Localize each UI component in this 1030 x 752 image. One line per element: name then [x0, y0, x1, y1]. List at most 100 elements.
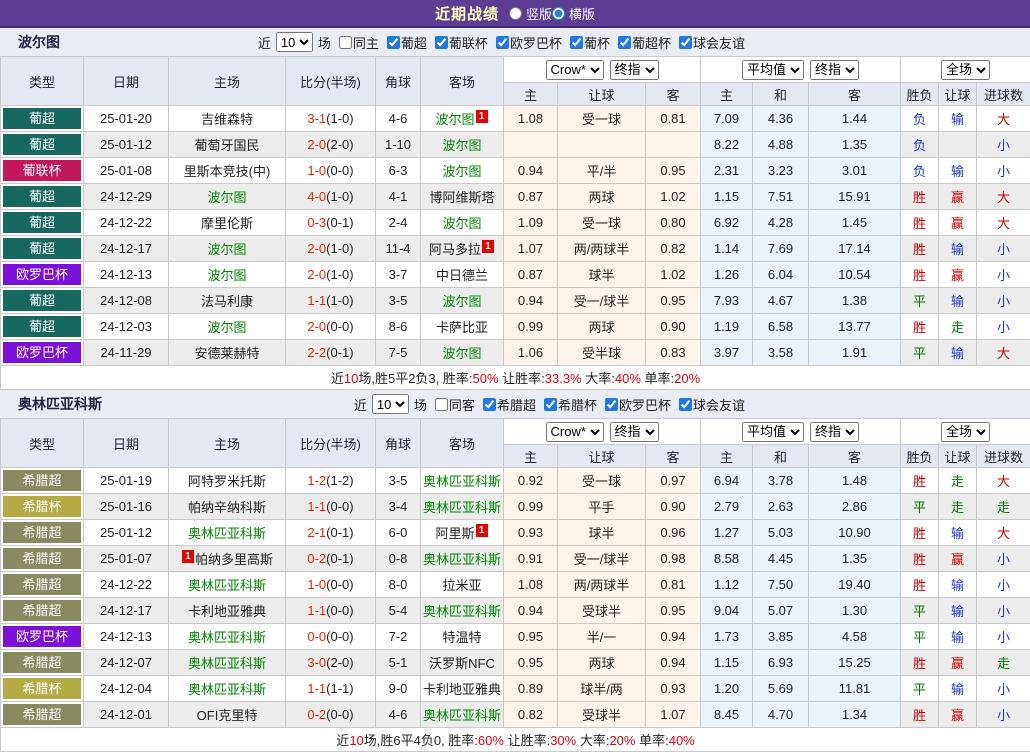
odds-away: 0.97: [646, 468, 701, 494]
summary-text: 单率:: [641, 371, 674, 386]
odds-away: 1.07: [646, 702, 701, 728]
result-cell: 胜: [901, 184, 939, 210]
odds-source-group-select-1[interactable]: 终指: [610, 60, 659, 80]
league-badge: 希腊超: [3, 652, 81, 673]
filter-same-venue[interactable]: 同客: [429, 395, 475, 414]
filter-league-4[interactable]: 葡超杯: [612, 33, 671, 52]
col-header-3: 比分(半场): [286, 57, 376, 106]
league-checkbox-2[interactable]: [605, 398, 618, 411]
league-checkbox-label: 欧罗巴杯: [619, 395, 671, 414]
average-group-select-1[interactable]: 终指: [810, 422, 859, 442]
score-cell: 1-1(1-0): [286, 288, 376, 314]
away-team-cell: 中日德兰: [421, 262, 504, 288]
odds-away: 0.95: [646, 288, 701, 314]
away-team-cell: 拉米亚: [421, 572, 504, 598]
col-header-2: 主场: [169, 419, 286, 468]
avg-home: 1.12: [701, 572, 753, 598]
same-venue-checkbox[interactable]: [435, 398, 448, 411]
corners-cell: 7-2: [376, 624, 421, 650]
league-badge: 葡联杯: [3, 160, 81, 181]
odds-home: 1.09: [504, 210, 558, 236]
layout-radio-1[interactable]: [552, 7, 565, 20]
scope-group-select-0[interactable]: 全场: [941, 422, 990, 442]
half-time-score: (1-0): [326, 241, 353, 256]
match-row: 葡超25-01-20吉维森特3-1(1-0)4-6波尔图11.08受一球0.81…: [1, 106, 1030, 132]
result-cell: 平: [901, 624, 939, 650]
home-team-cell: 波尔图: [169, 236, 286, 262]
league-checkbox-4[interactable]: [618, 36, 631, 49]
avg-away: 3.01: [809, 158, 901, 184]
handicap-result-cell: 走: [939, 494, 977, 520]
average-group-select-0[interactable]: 平均值: [742, 60, 804, 80]
home-team-cell: 帕纳辛纳科斯: [169, 494, 286, 520]
home-team-name: 奥林匹亚科斯: [188, 656, 266, 671]
avg-home: 1.19: [701, 314, 753, 340]
filter-league-0[interactable]: 希腊超: [477, 395, 536, 414]
half-time-score: (0-0): [326, 603, 353, 618]
average-group-select-1[interactable]: 终指: [810, 60, 859, 80]
avg-away: 15.91: [809, 184, 901, 210]
corners-cell: 1-10: [376, 132, 421, 158]
league-checkbox-3[interactable]: [570, 36, 583, 49]
summary-stat-value: 10: [344, 371, 358, 386]
layout-option-1[interactable]: 横版: [552, 4, 595, 23]
avg-draw: 4.70: [753, 702, 809, 728]
red-card-badge: 1: [482, 240, 494, 253]
away-team-name: 沃罗斯NFC: [429, 656, 495, 671]
layout-option-0[interactable]: 竖版: [509, 4, 552, 23]
corners-cell: 8-6: [376, 314, 421, 340]
league-cell: 欧罗巴杯: [1, 262, 84, 288]
avg-home: 6.92: [701, 210, 753, 236]
handicap-result-cell: 输: [939, 676, 977, 702]
avg-draw: 5.69: [753, 676, 809, 702]
league-badge: 葡超: [3, 134, 81, 155]
home-team-cell: OFI克里特: [169, 702, 286, 728]
match-count-select[interactable]: 10: [372, 394, 409, 414]
odds-handicap: 受一球: [558, 210, 646, 236]
goals-result-cell: 小: [977, 676, 1030, 702]
odds-handicap: 受球半: [558, 598, 646, 624]
filter-league-3[interactable]: 球会友谊: [673, 395, 745, 414]
league-checkbox-label: 欧罗巴杯: [510, 33, 562, 52]
filter-same-venue[interactable]: 同主: [333, 33, 379, 52]
match-count-select[interactable]: 10: [276, 32, 313, 52]
filter-league-2[interactable]: 欧罗巴杯: [599, 395, 671, 414]
average-group-select-0[interactable]: 平均值: [742, 422, 804, 442]
filter-league-2[interactable]: 欧罗巴杯: [490, 33, 562, 52]
filter-league-3[interactable]: 葡杯: [564, 33, 610, 52]
handicap-result-cell: 输: [939, 288, 977, 314]
handicap-result-cell: [939, 132, 977, 158]
league-checkbox-2[interactable]: [496, 36, 509, 49]
league-cell: 葡超: [1, 210, 84, 236]
sub-col-header-8: 进球数: [977, 445, 1030, 468]
red-card-badge: 1: [476, 110, 488, 123]
league-checkbox-5[interactable]: [679, 36, 692, 49]
layout-radio-0[interactable]: [509, 7, 522, 20]
filter-league-0[interactable]: 葡超: [381, 33, 427, 52]
odds-source-group-select-1[interactable]: 终指: [610, 422, 659, 442]
handicap-result-cell: 走: [939, 468, 977, 494]
filter-league-5[interactable]: 球会友谊: [673, 33, 745, 52]
goals-result-cell: 小: [977, 158, 1030, 184]
league-checkbox-0[interactable]: [483, 398, 496, 411]
league-checkbox-label: 球会友谊: [693, 395, 745, 414]
odds-handicap: 两/两球半: [558, 572, 646, 598]
home-team-name: 奥林匹亚科斯: [188, 682, 266, 697]
league-checkbox-1[interactable]: [544, 398, 557, 411]
away-team-name: 奥林匹亚科斯: [423, 474, 501, 489]
avg-away: 1.44: [809, 106, 901, 132]
league-checkbox-3[interactable]: [679, 398, 692, 411]
filter-league-1[interactable]: 葡联杯: [429, 33, 488, 52]
odds-source-group-select-0[interactable]: Crow*: [546, 60, 604, 80]
avg-draw: 4.28: [753, 210, 809, 236]
sub-col-header-8: 进球数: [977, 83, 1030, 106]
odds-source-group-select-0[interactable]: Crow*: [546, 422, 604, 442]
odds-home: 0.89: [504, 676, 558, 702]
avg-draw: 7.50: [753, 572, 809, 598]
league-cell: 葡超: [1, 106, 84, 132]
scope-group-select-0[interactable]: 全场: [941, 60, 990, 80]
league-checkbox-1[interactable]: [435, 36, 448, 49]
filter-league-1[interactable]: 希腊杯: [538, 395, 597, 414]
same-venue-checkbox[interactable]: [339, 36, 352, 49]
league-checkbox-0[interactable]: [387, 36, 400, 49]
